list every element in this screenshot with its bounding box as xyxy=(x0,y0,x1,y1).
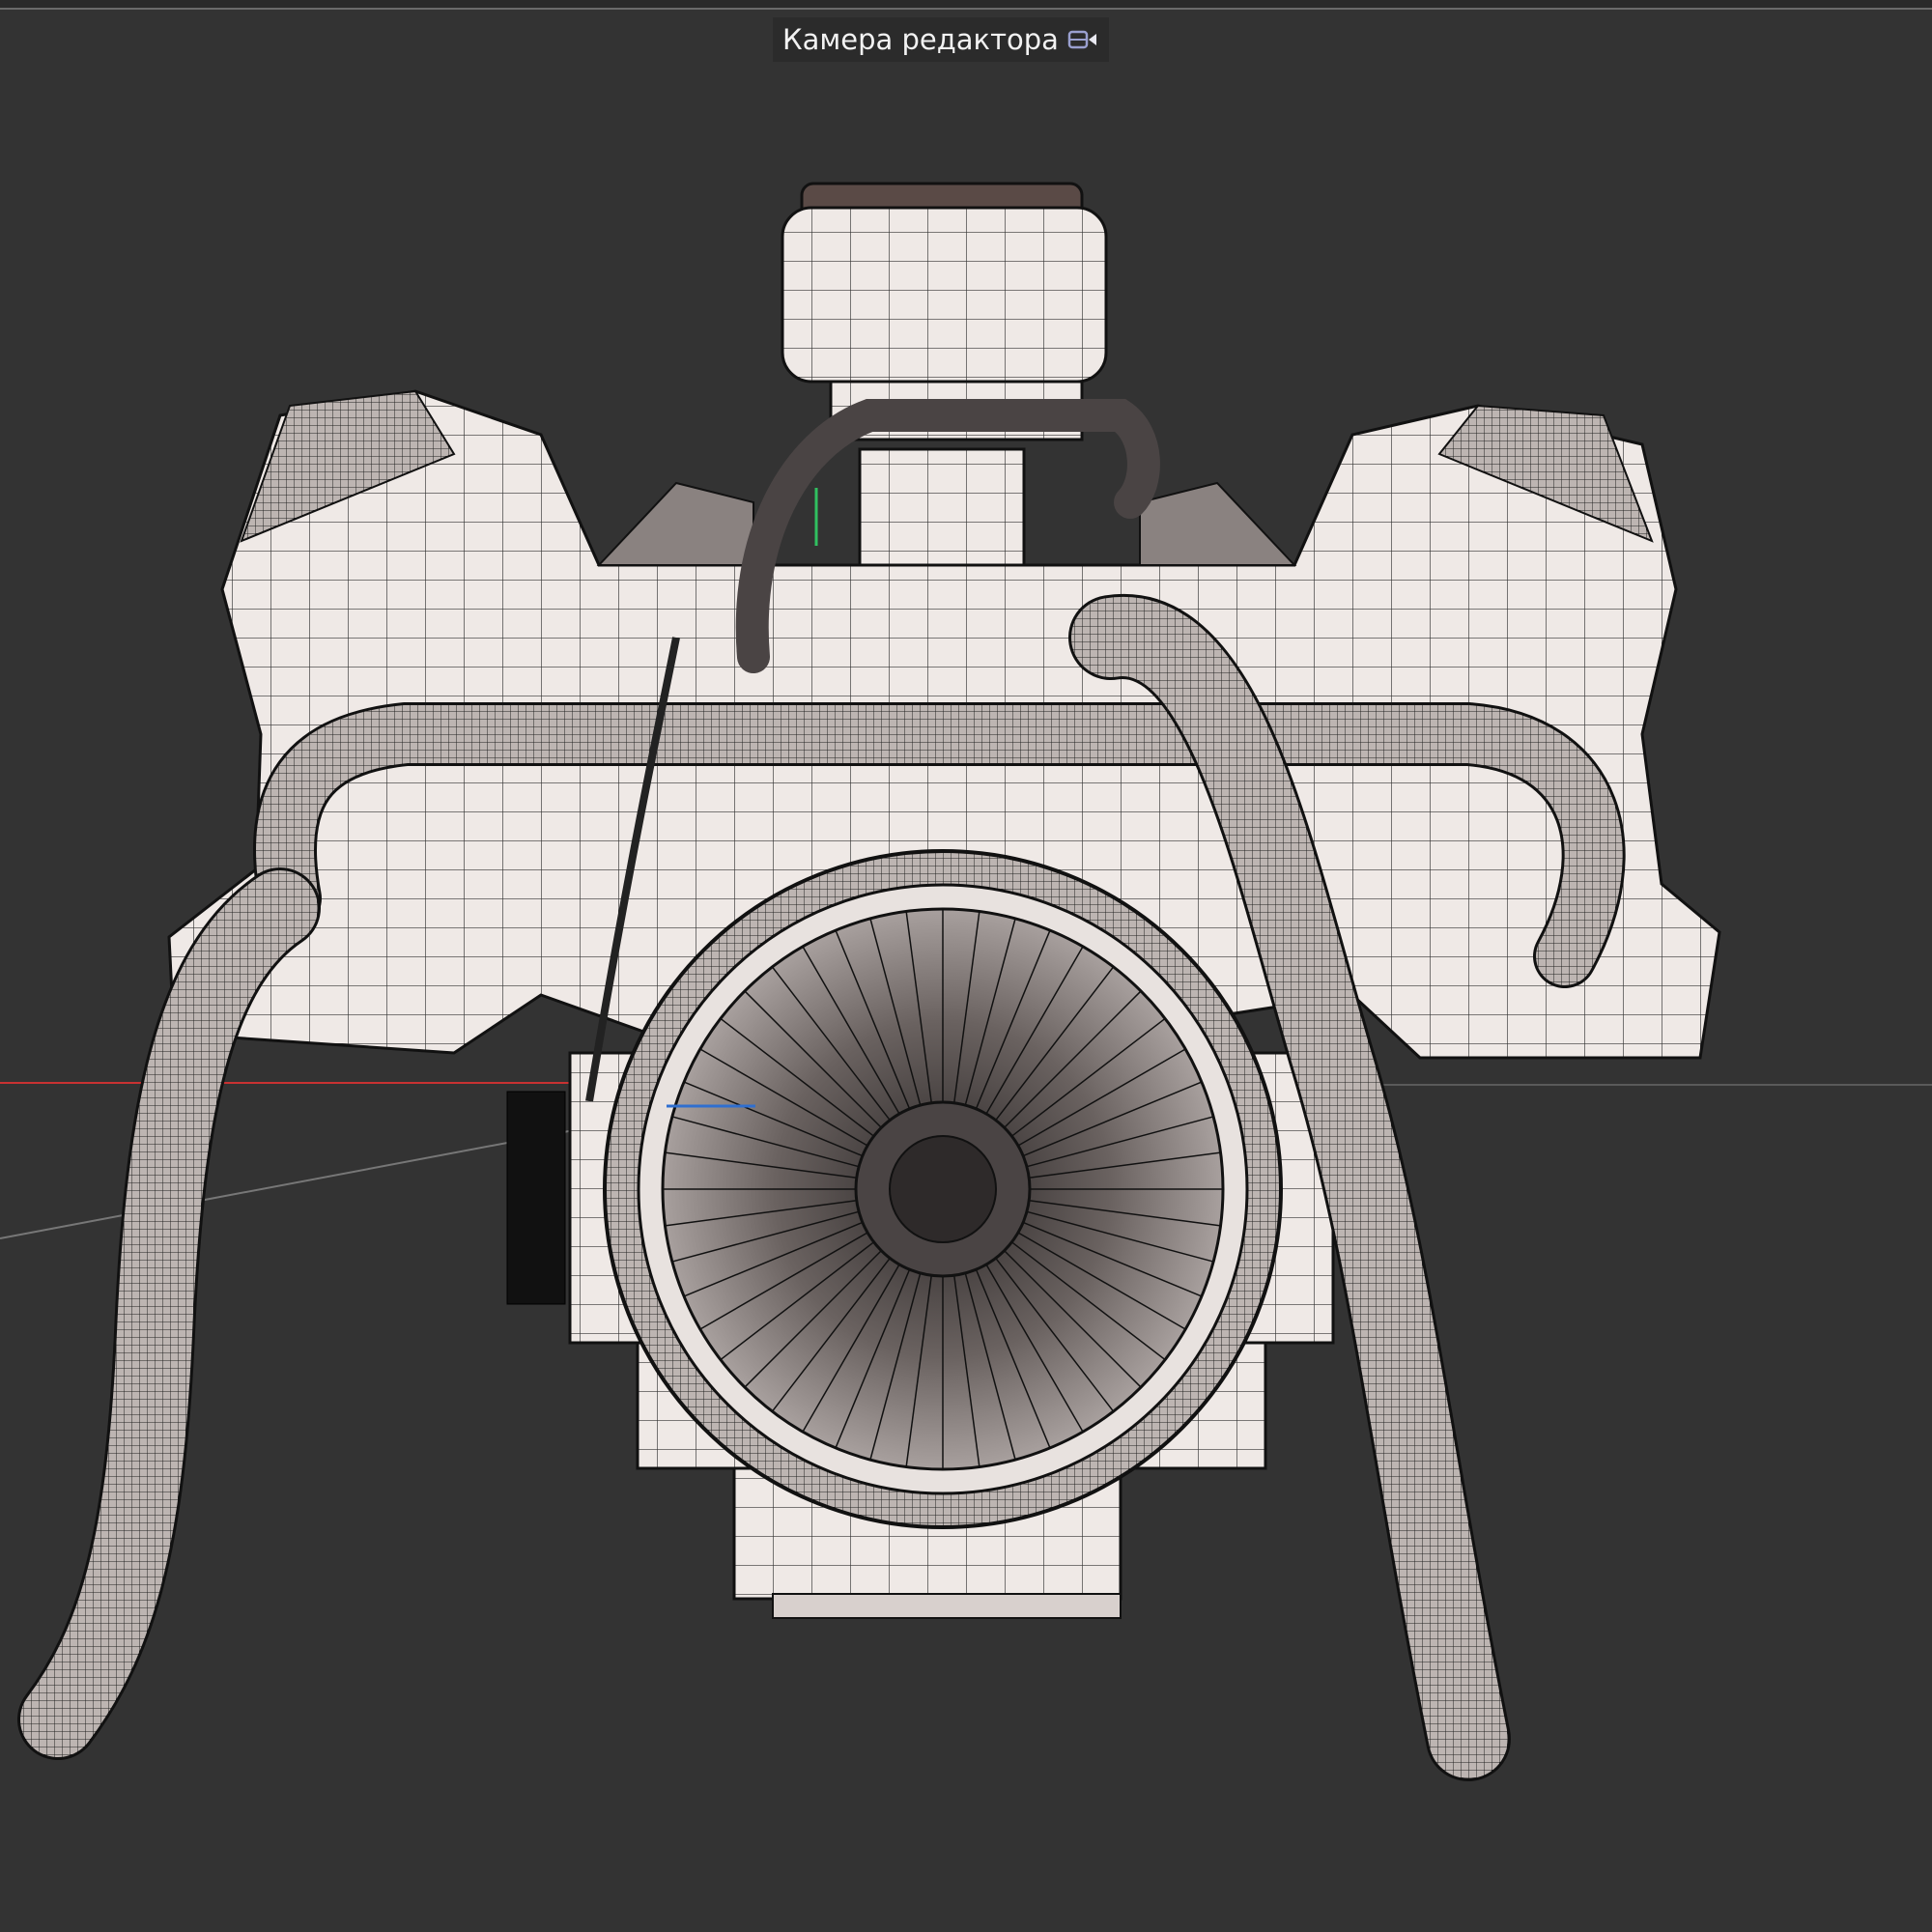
camera-icon[interactable] xyxy=(1066,27,1099,52)
engine-model-wireframe[interactable] xyxy=(0,0,1932,1932)
editor-viewport[interactable]: Камера редактора xyxy=(0,0,1932,1932)
camera-label-text: Камера редактора xyxy=(782,23,1059,56)
camera-label[interactable]: Камера редактора xyxy=(773,17,1109,62)
fan-pulley xyxy=(603,849,1283,1529)
